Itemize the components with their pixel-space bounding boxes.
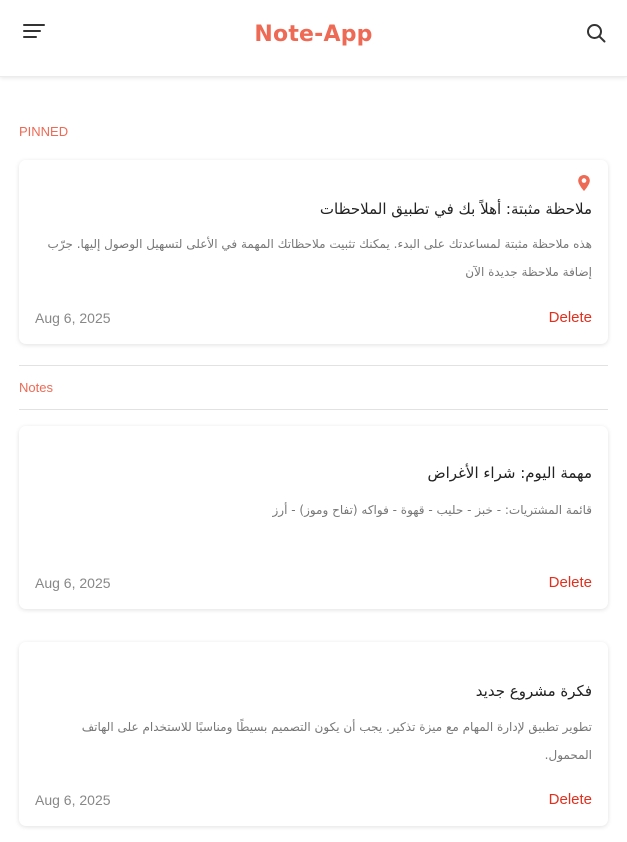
- pinned-note-card[interactable]: ملاحظة مثبتة: أهلاً بك في تطبيق الملاحظا…: [19, 160, 608, 344]
- delete-button[interactable]: Delete: [549, 791, 592, 808]
- section-divider: [19, 365, 608, 366]
- note-body: قائمة المشتريات: - خبز - حليب - قهوة - ف…: [272, 503, 593, 517]
- note-date: Aug 6, 2025: [35, 792, 111, 808]
- notes-section-label: Notes: [19, 380, 53, 395]
- note-title: ملاحظة مثبتة: أهلاً بك في تطبيق الملاحظا…: [319, 200, 592, 218]
- pinned-section-label: PINNED: [19, 124, 69, 139]
- note-title: مهمة اليوم: شراء الأغراض: [427, 464, 592, 482]
- note-body: تطوير تطبيق لإدارة المهام مع ميزة تذكير.…: [81, 720, 592, 762]
- note-date: Aug 6, 2025: [35, 575, 111, 591]
- delete-button[interactable]: Delete: [549, 309, 592, 326]
- search-icon[interactable]: [585, 22, 607, 44]
- pin-icon[interactable]: [577, 174, 591, 192]
- delete-button[interactable]: Delete: [549, 574, 592, 591]
- note-title: فكرة مشروع جديد: [475, 682, 592, 700]
- note-card[interactable]: فكرة مشروع جديد تطوير تطبيق لإدارة المها…: [19, 642, 608, 826]
- note-date: Aug 6, 2025: [35, 310, 111, 326]
- app-header: Note-App: [0, 0, 627, 77]
- note-card[interactable]: مهمة اليوم: شراء الأغراض قائمة المشتريات…: [19, 426, 608, 609]
- app-title: Note-App: [254, 22, 373, 47]
- note-body: هذه ملاحظة مثبتة لمساعدتك على البدء. يمك…: [47, 237, 592, 279]
- section-divider: [19, 409, 608, 410]
